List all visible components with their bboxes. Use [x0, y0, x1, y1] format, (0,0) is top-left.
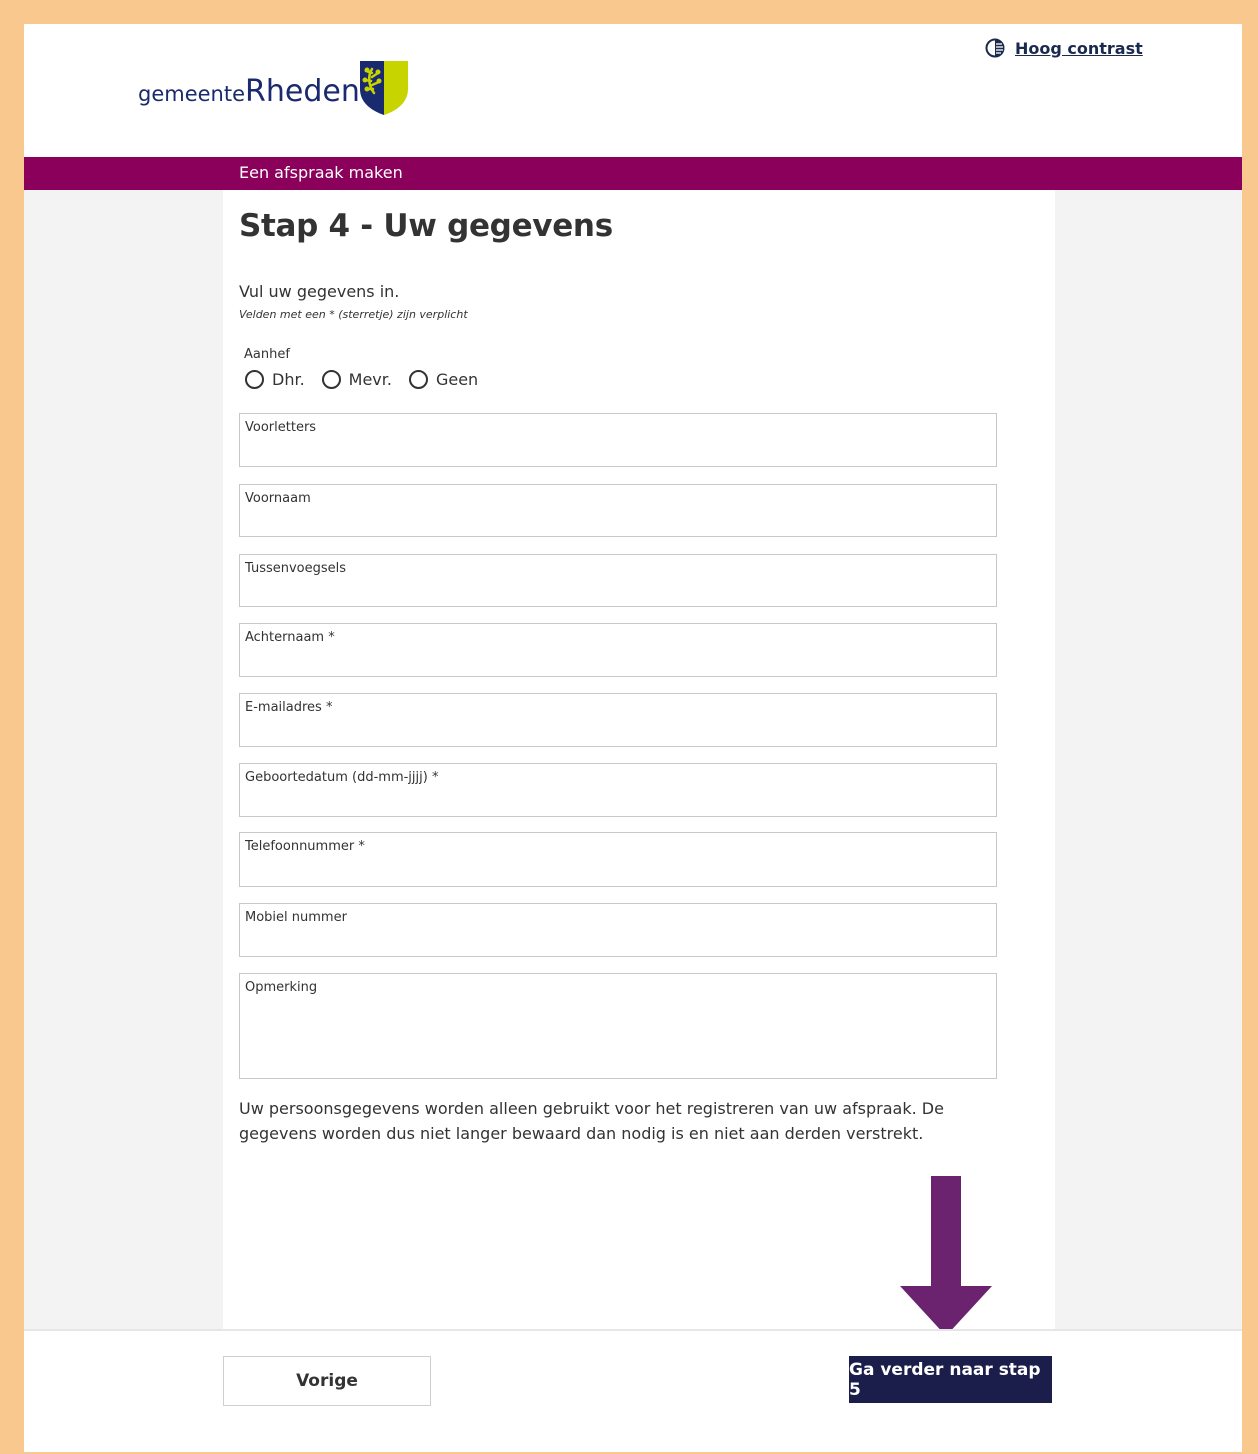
municipality-logo[interactable]: gemeenteRheden: [138, 74, 360, 109]
contrast-icon: [985, 38, 1005, 58]
logo-prefix: gemeente: [138, 82, 246, 106]
email-label: E-mailadres *: [245, 700, 333, 715]
salutation-radio-group: Dhr. Mevr. Geen: [245, 370, 495, 389]
required-note: Velden met een * (sterretje) zijn verpli…: [239, 308, 468, 321]
next-step-button[interactable]: Ga verder naar stap 5: [849, 1356, 1052, 1403]
last-name-label: Achternaam *: [245, 630, 335, 645]
mobile-field[interactable]: Mobiel nummer: [239, 903, 997, 957]
high-contrast-toggle[interactable]: Hoog contrast: [985, 38, 1143, 58]
birthdate-label: Geboortedatum (dd-mm-jjjj) *: [245, 770, 439, 785]
page-title: Stap 4 - Uw gegevens: [239, 208, 613, 244]
page-banner: Een afspraak maken: [24, 157, 1242, 190]
radio-button[interactable]: [245, 370, 264, 389]
radio-label: Dhr.: [272, 370, 305, 389]
infix-field[interactable]: Tussenvoegsels: [239, 554, 997, 607]
first-name-label: Voornaam: [245, 491, 311, 506]
salutation-option-geen[interactable]: Geen: [408, 370, 479, 389]
salutation-option-mevr[interactable]: Mevr.: [321, 370, 392, 389]
form-panel: Stap 4 - Uw gegevens Vul uw gegevens in.…: [223, 190, 1055, 1332]
infix-label: Tussenvoegsels: [245, 561, 347, 576]
high-contrast-link[interactable]: Hoog contrast: [1015, 39, 1143, 58]
form-intro: Vul uw gegevens in.: [239, 282, 400, 301]
initials-field[interactable]: Voorletters: [239, 413, 997, 467]
radio-label: Mevr.: [348, 370, 392, 389]
initials-label: Voorletters: [245, 420, 317, 435]
phone-label: Telefoonnummer *: [245, 839, 365, 854]
remarks-field[interactable]: Opmerking: [239, 973, 997, 1079]
radio-button[interactable]: [321, 370, 341, 389]
arrow-down-icon: [900, 1176, 992, 1336]
form-footer: Vorige Ga verder naar stap 5: [24, 1329, 1242, 1452]
previous-button[interactable]: Vorige: [223, 1356, 431, 1406]
banner-title: Een afspraak maken: [239, 163, 403, 182]
last-name-field[interactable]: Achternaam *: [239, 623, 997, 677]
email-field[interactable]: E-mailadres *: [239, 693, 997, 747]
phone-field[interactable]: Telefoonnummer *: [239, 832, 997, 887]
remarks-label: Opmerking: [245, 980, 318, 995]
salutation-option-dhr[interactable]: Dhr.: [245, 370, 305, 389]
radio-button[interactable]: [408, 370, 428, 389]
mobile-label: Mobiel nummer: [245, 910, 347, 925]
birthdate-field[interactable]: Geboortedatum (dd-mm-jjjj) *: [239, 763, 997, 817]
site-header: gemeenteRheden Hoog contrast: [24, 24, 1242, 157]
first-name-field[interactable]: Voornaam: [239, 484, 997, 537]
coat-of-arms-icon: [360, 61, 408, 115]
salutation-label: Aanhef: [244, 347, 290, 362]
logo-name: Rheden: [245, 74, 360, 109]
radio-label: Geen: [435, 370, 479, 389]
page-frame: gemeenteRheden Hoog contrast Een afspraa…: [24, 24, 1242, 1452]
privacy-notice: Uw persoonsgegevens worden alleen gebrui…: [239, 1099, 944, 1143]
